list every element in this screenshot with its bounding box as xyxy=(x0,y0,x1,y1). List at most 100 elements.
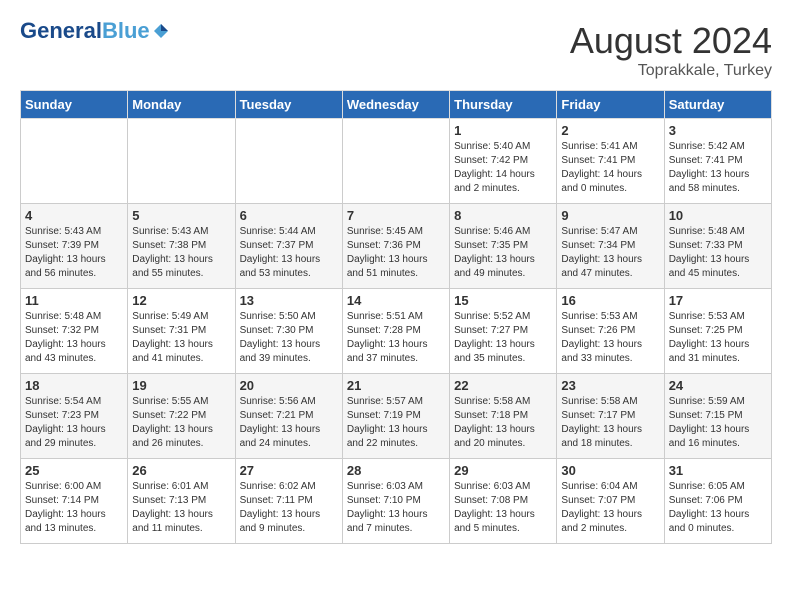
day-content: Sunrise: 5:49 AM Sunset: 7:31 PM Dayligh… xyxy=(132,310,230,366)
calendar-cell: 12 Sunrise: 5:49 AM Sunset: 7:31 PM Dayli… xyxy=(128,289,235,374)
day-content: Sunrise: 5:50 AM Sunset: 7:30 PM Dayligh… xyxy=(240,310,338,366)
calendar-cell: 20 Sunrise: 5:56 AM Sunset: 7:21 PM Dayli… xyxy=(235,374,342,459)
day-number: 20 xyxy=(240,378,338,393)
day-content: Sunrise: 5:56 AM Sunset: 7:21 PM Dayligh… xyxy=(240,395,338,451)
title-month: August 2024 xyxy=(570,20,772,62)
day-number: 4 xyxy=(25,208,123,223)
page-header: GeneralBlue August 2024 Toprakkale, Turk… xyxy=(20,20,772,80)
title-location: Toprakkale, Turkey xyxy=(570,62,772,80)
day-content: Sunrise: 6:03 AM Sunset: 7:10 PM Dayligh… xyxy=(347,480,445,536)
calendar-cell: 10Sunrise: 5:48 AM Sunset: 7:33 PM Dayli… xyxy=(664,204,771,289)
day-number: 26 xyxy=(132,463,230,478)
calendar-cell: 25 Sunrise: 6:00 AM Sunset: 7:14 PM Dayli… xyxy=(21,459,128,544)
day-content: Sunrise: 5:43 AM Sunset: 7:38 PM Dayligh… xyxy=(132,225,230,281)
calendar-cell: 17 Sunrise: 5:53 AM Sunset: 7:25 PM Dayli… xyxy=(664,289,771,374)
calendar-cell: 26 Sunrise: 6:01 AM Sunset: 7:13 PM Dayli… xyxy=(128,459,235,544)
day-content: Sunrise: 5:58 AM Sunset: 7:18 PM Dayligh… xyxy=(454,395,552,451)
day-number: 3 xyxy=(669,123,767,138)
day-number: 2 xyxy=(561,123,659,138)
day-number: 14 xyxy=(347,293,445,308)
day-content: Sunrise: 6:01 AM Sunset: 7:13 PM Dayligh… xyxy=(132,480,230,536)
col-tuesday: Tuesday xyxy=(235,91,342,119)
calendar-cell: 8Sunrise: 5:46 AM Sunset: 7:35 PM Daylig… xyxy=(450,204,557,289)
day-content: Sunrise: 5:58 AM Sunset: 7:17 PM Dayligh… xyxy=(561,395,659,451)
calendar-week-3: 11 Sunrise: 5:48 AM Sunset: 7:32 PM Dayli… xyxy=(21,289,772,374)
logo-icon xyxy=(152,22,170,40)
calendar-cell: 11 Sunrise: 5:48 AM Sunset: 7:32 PM Dayli… xyxy=(21,289,128,374)
calendar-week-5: 25 Sunrise: 6:00 AM Sunset: 7:14 PM Dayli… xyxy=(21,459,772,544)
day-number: 6 xyxy=(240,208,338,223)
day-content: Sunrise: 6:00 AM Sunset: 7:14 PM Dayligh… xyxy=(25,480,123,536)
day-content: Sunrise: 5:55 AM Sunset: 7:22 PM Dayligh… xyxy=(132,395,230,451)
day-number: 31 xyxy=(669,463,767,478)
calendar-week-1: 1 Sunrise: 5:40 AM Sunset: 7:42 PM Daylig… xyxy=(21,119,772,204)
day-content: Sunrise: 6:04 AM Sunset: 7:07 PM Dayligh… xyxy=(561,480,659,536)
day-number: 11 xyxy=(25,293,123,308)
day-number: 12 xyxy=(132,293,230,308)
day-content: Sunrise: 5:44 AM Sunset: 7:37 PM Dayligh… xyxy=(240,225,338,281)
day-number: 30 xyxy=(561,463,659,478)
day-content: Sunrise: 5:57 AM Sunset: 7:19 PM Dayligh… xyxy=(347,395,445,451)
day-number: 22 xyxy=(454,378,552,393)
day-content: Sunrise: 5:59 AM Sunset: 7:15 PM Dayligh… xyxy=(669,395,767,451)
day-number: 15 xyxy=(454,293,552,308)
day-number: 25 xyxy=(25,463,123,478)
title-block: August 2024 Toprakkale, Turkey xyxy=(570,20,772,80)
day-number: 29 xyxy=(454,463,552,478)
day-content: Sunrise: 5:48 AM Sunset: 7:32 PM Dayligh… xyxy=(25,310,123,366)
day-content: Sunrise: 5:45 AM Sunset: 7:36 PM Dayligh… xyxy=(347,225,445,281)
calendar-cell: 9Sunrise: 5:47 AM Sunset: 7:34 PM Daylig… xyxy=(557,204,664,289)
calendar-cell: 15 Sunrise: 5:52 AM Sunset: 7:27 PM Dayli… xyxy=(450,289,557,374)
calendar-cell: 28Sunrise: 6:03 AM Sunset: 7:10 PM Dayli… xyxy=(342,459,449,544)
logo-text: GeneralBlue xyxy=(20,20,150,42)
day-content: Sunrise: 5:54 AM Sunset: 7:23 PM Dayligh… xyxy=(25,395,123,451)
col-monday: Monday xyxy=(128,91,235,119)
day-number: 7 xyxy=(347,208,445,223)
calendar-cell: 14 Sunrise: 5:51 AM Sunset: 7:28 PM Dayli… xyxy=(342,289,449,374)
calendar-cell: 13Sunrise: 5:50 AM Sunset: 7:30 PM Dayli… xyxy=(235,289,342,374)
logo: GeneralBlue xyxy=(20,20,170,42)
day-number: 21 xyxy=(347,378,445,393)
calendar-cell: 21 Sunrise: 5:57 AM Sunset: 7:19 PM Dayli… xyxy=(342,374,449,459)
calendar-cell: 27 Sunrise: 6:02 AM Sunset: 7:11 PM Dayli… xyxy=(235,459,342,544)
calendar-cell: 4 Sunrise: 5:43 AM Sunset: 7:39 PM Daylig… xyxy=(21,204,128,289)
calendar-cell: 31 Sunrise: 6:05 AM Sunset: 7:06 PM Dayli… xyxy=(664,459,771,544)
day-content: Sunrise: 5:51 AM Sunset: 7:28 PM Dayligh… xyxy=(347,310,445,366)
calendar-header: Sunday Monday Tuesday Wednesday Thursday… xyxy=(21,91,772,119)
calendar-week-4: 18 Sunrise: 5:54 AM Sunset: 7:23 PM Dayli… xyxy=(21,374,772,459)
calendar-cell xyxy=(235,119,342,204)
calendar-week-2: 4 Sunrise: 5:43 AM Sunset: 7:39 PM Daylig… xyxy=(21,204,772,289)
day-content: Sunrise: 6:03 AM Sunset: 7:08 PM Dayligh… xyxy=(454,480,552,536)
day-number: 10 xyxy=(669,208,767,223)
calendar-cell xyxy=(128,119,235,204)
day-content: Sunrise: 6:05 AM Sunset: 7:06 PM Dayligh… xyxy=(669,480,767,536)
col-friday: Friday xyxy=(557,91,664,119)
day-content: Sunrise: 5:52 AM Sunset: 7:27 PM Dayligh… xyxy=(454,310,552,366)
calendar-cell: 3 Sunrise: 5:42 AM Sunset: 7:41 PM Daylig… xyxy=(664,119,771,204)
calendar-cell: 23 Sunrise: 5:58 AM Sunset: 7:17 PM Dayli… xyxy=(557,374,664,459)
day-content: Sunrise: 5:40 AM Sunset: 7:42 PM Dayligh… xyxy=(454,140,552,196)
calendar-cell: 29 Sunrise: 6:03 AM Sunset: 7:08 PM Dayli… xyxy=(450,459,557,544)
day-content: Sunrise: 6:02 AM Sunset: 7:11 PM Dayligh… xyxy=(240,480,338,536)
calendar-cell xyxy=(342,119,449,204)
day-number: 23 xyxy=(561,378,659,393)
day-content: Sunrise: 5:53 AM Sunset: 7:26 PM Dayligh… xyxy=(561,310,659,366)
day-number: 27 xyxy=(240,463,338,478)
col-sunday: Sunday xyxy=(21,91,128,119)
day-number: 18 xyxy=(25,378,123,393)
calendar-cell: 18 Sunrise: 5:54 AM Sunset: 7:23 PM Dayli… xyxy=(21,374,128,459)
calendar-cell: 1 Sunrise: 5:40 AM Sunset: 7:42 PM Daylig… xyxy=(450,119,557,204)
day-content: Sunrise: 5:42 AM Sunset: 7:41 PM Dayligh… xyxy=(669,140,767,196)
day-number: 8 xyxy=(454,208,552,223)
day-content: Sunrise: 5:43 AM Sunset: 7:39 PM Dayligh… xyxy=(25,225,123,281)
day-content: Sunrise: 5:41 AM Sunset: 7:41 PM Dayligh… xyxy=(561,140,659,196)
calendar-cell xyxy=(21,119,128,204)
col-saturday: Saturday xyxy=(664,91,771,119)
calendar-cell: 19Sunrise: 5:55 AM Sunset: 7:22 PM Dayli… xyxy=(128,374,235,459)
day-content: Sunrise: 5:47 AM Sunset: 7:34 PM Dayligh… xyxy=(561,225,659,281)
calendar-cell: 30 Sunrise: 6:04 AM Sunset: 7:07 PM Dayli… xyxy=(557,459,664,544)
day-number: 24 xyxy=(669,378,767,393)
day-number: 17 xyxy=(669,293,767,308)
day-content: Sunrise: 5:53 AM Sunset: 7:25 PM Dayligh… xyxy=(669,310,767,366)
day-number: 1 xyxy=(454,123,552,138)
